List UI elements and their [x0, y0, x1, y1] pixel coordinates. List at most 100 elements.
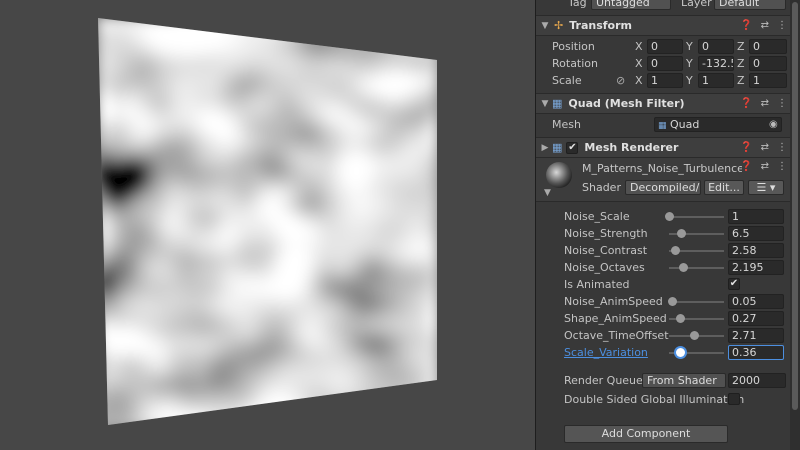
tag-dropdown[interactable]: Untagged [591, 0, 671, 10]
slider-track[interactable] [669, 301, 724, 303]
slider-knob[interactable] [676, 314, 685, 323]
material-preview-icon [546, 162, 572, 188]
render-queue-field[interactable]: 2000 [728, 373, 786, 388]
collapse-arrow-icon[interactable]: ▼ [538, 99, 552, 109]
property-value-field[interactable]: 1 [728, 209, 784, 224]
scale-label: Scale [552, 74, 582, 87]
material-header[interactable]: ▼ M_Patterns_Noise_Turbulence_ ❓ ⇄ ⋮ Sha… [536, 158, 791, 202]
enabled-checkbox[interactable]: ✔ [566, 141, 579, 154]
slider-knob[interactable] [670, 246, 680, 255]
axis-z-label[interactable]: Z [737, 57, 745, 70]
property-label: Noise_Contrast [564, 244, 648, 257]
property-label: Noise_AnimSpeed [564, 295, 663, 308]
axis-z-label[interactable]: Z [737, 74, 745, 87]
axis-y-label[interactable]: Y [686, 57, 693, 70]
property-value-field[interactable]: 0.05 [728, 294, 784, 309]
more-icon[interactable]: ⋮ [777, 98, 787, 109]
preset-icon[interactable]: ⇄ [761, 142, 769, 153]
help-icon[interactable]: ❓ [740, 98, 752, 109]
slider-knob[interactable] [678, 263, 688, 272]
scene-view[interactable] [0, 0, 535, 450]
slider-knob[interactable] [665, 212, 674, 221]
axis-x-label[interactable]: X [635, 40, 643, 53]
property-row: Noise_Strength 6.5 [536, 225, 791, 242]
material-name: M_Patterns_Noise_Turbulence_ [582, 162, 742, 175]
property-row: Noise_Contrast 2.58 [536, 242, 791, 259]
double-sided-gi-label: Double Sided Global Illumination [564, 393, 745, 406]
property-value-field[interactable]: 2.71 [728, 328, 784, 343]
property-value-field[interactable]: 6.5 [728, 226, 784, 241]
scale-z-field[interactable]: 1 [749, 73, 787, 88]
scrollbar-thumb[interactable] [792, 2, 798, 410]
rotation-x-field[interactable]: 0 [647, 56, 683, 71]
position-z-field[interactable]: 0 [749, 39, 787, 54]
inspector-scrollbar[interactable] [790, 0, 800, 450]
property-value-field[interactable]: 0.36 [728, 345, 784, 360]
tag-layer-row: Tag Untagged Layer Default [536, 0, 791, 11]
collapse-arrow-icon[interactable]: ▼ [544, 188, 551, 198]
slider-track[interactable] [669, 216, 724, 218]
scale-row: Scale ⊘ X 1 Y 1 Z 1 [536, 72, 791, 89]
property-row: Scale_Variation 0.36 [536, 344, 791, 361]
slider-knob[interactable] [667, 297, 677, 306]
property-label: Noise_Octaves [564, 261, 645, 274]
tag-label: Tag [568, 0, 587, 9]
object-picker-icon[interactable]: ◉ [769, 119, 778, 130]
position-label: Position [552, 40, 595, 53]
mesh-filter-title: Quad (Mesh Filter) [568, 97, 685, 110]
property-value-field[interactable]: 0.27 [728, 311, 784, 326]
slider-track[interactable] [669, 267, 724, 269]
mesh-renderer-header[interactable]: ▶ ▦ ✔ Mesh Renderer ❓ ⇄ ⋮ [536, 137, 791, 158]
position-y-field[interactable]: 0 [698, 39, 734, 54]
rotation-row: Rotation X 0 Y -132.5 Z 0 [536, 55, 791, 72]
transform-header[interactable]: ▼ ✢ Transform ❓ ⇄ ⋮ [536, 15, 791, 36]
help-icon[interactable]: ❓ [740, 142, 752, 153]
rotation-y-field[interactable]: -132.5 [698, 56, 734, 71]
property-label: Is Animated [564, 278, 630, 291]
shader-dropdown[interactable]: Decompiled/ [625, 180, 701, 195]
more-icon[interactable]: ⋮ [777, 20, 787, 31]
inspector-panel: Tag Untagged Layer Default ▼ ✢ Transform… [535, 0, 800, 450]
shader-options-button[interactable]: ☰ ▾ [748, 180, 784, 195]
slider-knob[interactable] [676, 348, 685, 357]
property-label: Noise_Scale [564, 210, 630, 223]
link-icon[interactable]: ⊘ [616, 74, 625, 87]
property-checkbox[interactable]: ✔ [728, 278, 740, 290]
transform-title: Transform [569, 19, 632, 32]
more-icon[interactable]: ⋮ [777, 142, 787, 153]
slider-knob[interactable] [677, 229, 687, 238]
double-sided-gi-checkbox[interactable] [728, 393, 740, 405]
double-sided-gi-row: Double Sided Global Illumination [536, 391, 791, 408]
preset-icon[interactable]: ⇄ [761, 20, 769, 31]
axis-y-label[interactable]: Y [686, 74, 693, 87]
more-icon[interactable]: ⋮ [777, 161, 787, 172]
property-value-field[interactable]: 2.195 [728, 260, 784, 275]
mesh-object-field[interactable]: ▦ Quad [654, 117, 782, 132]
scale-y-field[interactable]: 1 [698, 73, 734, 88]
add-component-button[interactable]: Add Component [564, 425, 728, 443]
shader-label: Shader [582, 181, 621, 194]
position-x-field[interactable]: 0 [647, 39, 683, 54]
scale-x-field[interactable]: 1 [647, 73, 683, 88]
slider-knob[interactable] [689, 331, 699, 340]
axis-z-label[interactable]: Z [737, 40, 745, 53]
preset-icon[interactable]: ⇄ [761, 161, 769, 172]
property-label: Shape_AnimSpeed [564, 312, 667, 325]
help-icon[interactable]: ❓ [740, 161, 752, 172]
render-queue-dropdown[interactable]: From Shader [642, 373, 726, 388]
edit-shader-button[interactable]: Edit... [704, 180, 744, 195]
axis-y-label[interactable]: Y [686, 40, 693, 53]
rotation-z-field[interactable]: 0 [749, 56, 787, 71]
axis-x-label[interactable]: X [635, 57, 643, 70]
help-icon[interactable]: ❓ [740, 20, 752, 31]
layer-dropdown[interactable]: Default [714, 0, 786, 10]
property-value-field[interactable]: 2.58 [728, 243, 784, 258]
axis-x-label[interactable]: X [635, 74, 643, 87]
collapse-arrow-icon[interactable]: ▼ [538, 21, 552, 31]
mesh-row: Mesh ▦ Quad ◉ [536, 116, 791, 133]
layer-label: Layer [681, 0, 712, 9]
position-row: Position X 0 Y 0 Z 0 [536, 38, 791, 55]
collapse-arrow-icon[interactable]: ▶ [538, 143, 552, 153]
preset-icon[interactable]: ⇄ [761, 98, 769, 109]
mesh-filter-header[interactable]: ▼ ▦ Quad (Mesh Filter) ❓ ⇄ ⋮ [536, 93, 791, 114]
